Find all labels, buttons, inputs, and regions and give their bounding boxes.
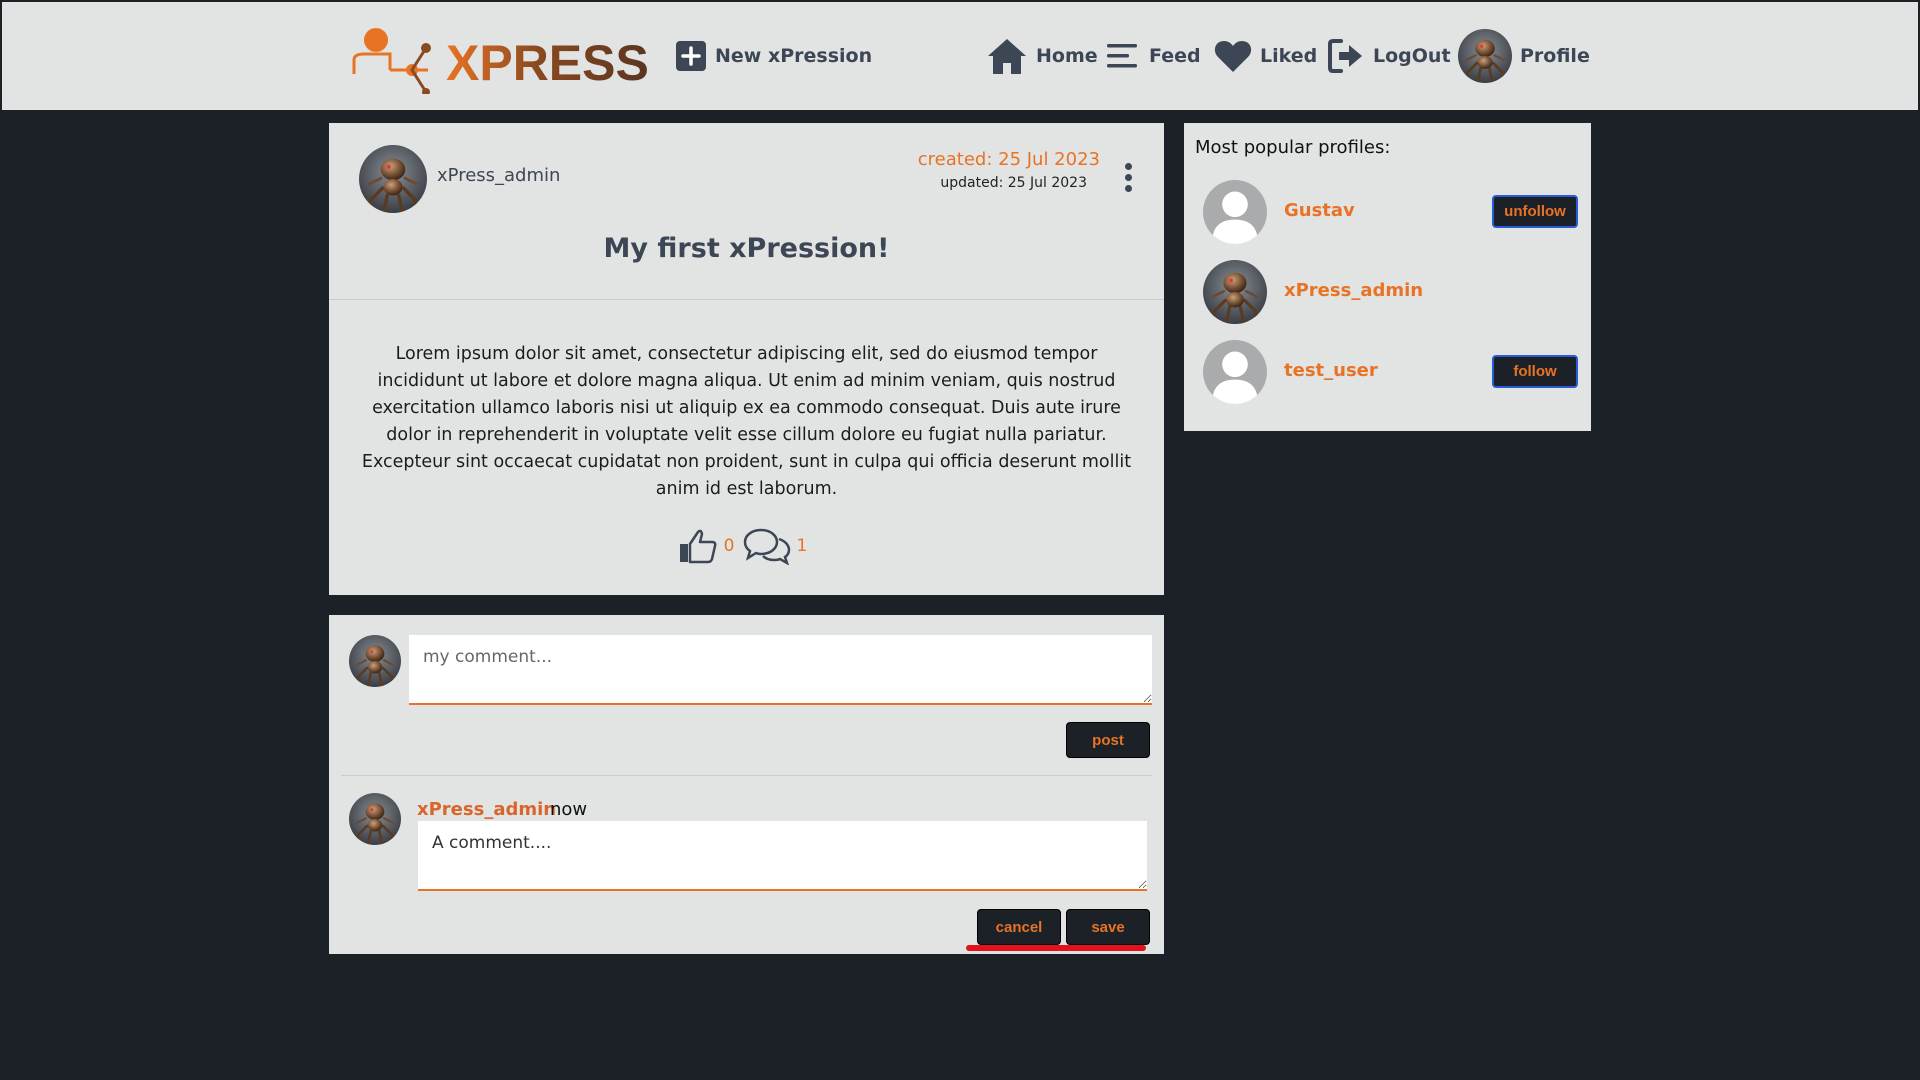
divider	[329, 299, 1164, 300]
comments-card: post xPress_admin now cancel save	[329, 615, 1164, 954]
feed-icon	[1107, 44, 1137, 68]
home-icon	[988, 39, 1026, 74]
highlight-underline	[966, 945, 1146, 951]
robot-avatar[interactable]	[1203, 260, 1267, 324]
current-user-avatar	[349, 635, 401, 687]
comments-icon[interactable]	[743, 527, 791, 565]
nav-profile[interactable]: Profile	[1458, 28, 1590, 84]
edit-comment-input[interactable]	[418, 821, 1147, 891]
avatar	[1458, 29, 1512, 83]
logout-icon	[1328, 39, 1362, 73]
post-author-name[interactable]: xPress_admin	[437, 165, 560, 186]
default-avatar[interactable]	[1203, 180, 1267, 244]
new-xpression-label: New xPression	[715, 45, 873, 67]
save-button[interactable]: save	[1066, 909, 1150, 945]
nav-profile-label: Profile	[1520, 45, 1590, 67]
logo-mark-icon	[352, 28, 431, 94]
logo-text: XPRESS	[446, 35, 649, 91]
plus-square-icon	[676, 41, 706, 71]
comment-author-avatar	[349, 793, 401, 845]
popular-profiles-panel: Most popular profiles: Gustav unfollow x…	[1184, 123, 1591, 431]
post-title: My first xPression!	[603, 233, 890, 264]
kebab-menu-icon[interactable]	[1122, 163, 1134, 197]
nav-home[interactable]: Home	[986, 34, 1098, 78]
unfollow-button[interactable]: unfollow	[1492, 195, 1578, 228]
profile-row: xPress_admin	[1184, 260, 1591, 326]
nav-liked-label: Liked	[1260, 45, 1318, 67]
heart-icon	[1214, 41, 1252, 72]
nav-feed-label: Feed	[1149, 45, 1201, 67]
post-card: xPress_admin created: 25 Jul 2023 update…	[329, 123, 1164, 595]
top-navbar: XPRESS New xPression Home Feed Liked Log…	[2, 2, 1918, 110]
cancel-button[interactable]: cancel	[977, 909, 1061, 945]
post-body: Lorem ipsum dolor sit amet, consectetur …	[361, 344, 1132, 499]
xpress-logo[interactable]: XPRESS	[350, 26, 649, 94]
follow-button[interactable]: follow	[1492, 355, 1578, 388]
likes-count: 0	[723, 536, 735, 556]
profile-name[interactable]: xPress_admin	[1284, 280, 1423, 301]
new-comment-input[interactable]	[409, 635, 1152, 705]
comment-timestamp: now	[550, 799, 588, 820]
post-author-avatar[interactable]	[359, 145, 427, 213]
post-created-date: created: 25 Jul 2023	[917, 149, 1100, 170]
nav-home-label: Home	[1036, 45, 1098, 67]
nav-logout[interactable]: LogOut	[1327, 34, 1451, 78]
thumbs-up-icon[interactable]	[678, 528, 718, 564]
nav-feed[interactable]: Feed	[1105, 34, 1201, 78]
sidebar-title: Most popular profiles:	[1195, 137, 1391, 158]
profile-row: test_user follow	[1184, 340, 1591, 406]
comments-count: 1	[796, 536, 808, 556]
nav-logout-label: LogOut	[1373, 45, 1451, 67]
post-updated-date: updated: 25 Jul 2023	[940, 175, 1087, 191]
post-stats: 0 1	[329, 527, 1164, 565]
divider	[341, 775, 1152, 776]
profile-name[interactable]: test_user	[1284, 360, 1378, 381]
profile-row: Gustav unfollow	[1184, 180, 1591, 246]
new-xpression-button[interactable]: New xPression	[675, 34, 872, 78]
post-comment-button[interactable]: post	[1066, 722, 1150, 758]
nav-liked[interactable]: Liked	[1214, 34, 1317, 78]
comment-author-name[interactable]: xPress_admin	[417, 799, 556, 820]
profile-name[interactable]: Gustav	[1284, 200, 1355, 221]
default-avatar[interactable]	[1203, 340, 1267, 404]
